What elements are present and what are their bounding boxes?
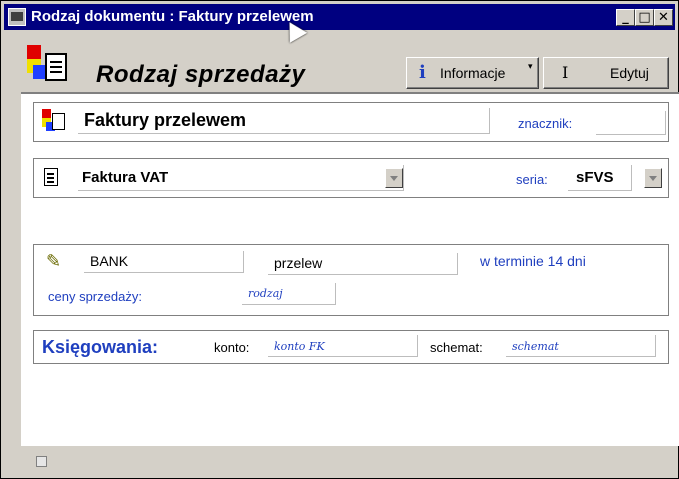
title-bar[interactable]: Rodzaj dokumentu : Faktury przelewem _ □… — [4, 4, 675, 30]
tag-field[interactable] — [596, 111, 666, 135]
scheme-value: schemat — [512, 340, 559, 353]
sale-prices-field[interactable]: rodzaj — [242, 283, 336, 305]
close-button[interactable]: ✕ — [654, 9, 673, 26]
document-type-name: Faktury przelewem — [84, 110, 247, 130]
edit-button-label: Edytuj — [610, 65, 649, 81]
bank-value: BANK — [90, 253, 129, 269]
accounting-title: Księgowania: — [42, 337, 159, 357]
series-dropdown-icon[interactable] — [644, 168, 662, 188]
info-button-label: Informacje — [440, 65, 506, 81]
sale-prices-value: rodzaj — [248, 287, 283, 300]
account-value: konto FK — [274, 340, 325, 353]
account-label: konto: — [214, 340, 250, 355]
window-title: Rodzaj dokumentu : Faktury przelewem — [31, 8, 314, 25]
series-value: sFVS — [576, 169, 614, 186]
text-cursor-icon: I — [562, 63, 569, 82]
page-title: Rodzaj sprzedaży — [96, 61, 306, 88]
accounting-group: Księgowania: konto: konto FK schemat: sc… — [33, 330, 669, 364]
invoice-type-select[interactable]: Faktura VAT — [78, 165, 404, 191]
document-type-name-field[interactable]: Faktury przelewem — [78, 108, 490, 134]
payment-term[interactable]: w terminie 14 dni — [480, 253, 586, 269]
info-dropdown-caret-icon: ▾ — [528, 61, 533, 71]
invoice-type-dropdown-icon[interactable] — [385, 168, 403, 188]
document-type-icon — [42, 109, 66, 133]
info-icon: i — [419, 62, 426, 83]
scheme-field[interactable]: schemat — [506, 335, 656, 357]
edit-button[interactable]: I Edytuj — [543, 57, 669, 89]
bank-field[interactable]: BANK — [84, 251, 244, 273]
info-button[interactable]: i Informacje ▾ — [406, 57, 539, 89]
document-type-group: Faktury przelewem znacznik: — [33, 102, 669, 142]
invoice-type-group: Faktura VAT seria: sFVS — [33, 158, 669, 198]
payment-method-field[interactable]: przelew — [268, 253, 458, 275]
series-label: seria: — [516, 172, 548, 187]
scheme-label: schemat: — [430, 340, 483, 355]
payment-method-value: przelew — [274, 255, 323, 271]
app-window-icon[interactable] — [8, 8, 26, 26]
app-window: Rodzaj dokumentu : Faktury przelewem _ □… — [0, 0, 679, 479]
bank-card-icon: ✎ — [46, 251, 62, 272]
sales-type-icon — [27, 45, 79, 85]
series-select[interactable]: sFVS — [568, 165, 632, 191]
invoice-document-icon — [44, 168, 58, 186]
invoice-type-value: Faktura VAT — [82, 169, 169, 186]
minimize-button[interactable]: _ — [616, 9, 635, 26]
status-bar — [4, 446, 675, 476]
content-panel: Faktury przelewem znacznik: Faktura VAT … — [21, 92, 679, 446]
sale-prices-label: ceny sprzedaży: — [48, 289, 142, 304]
status-indicator[interactable] — [36, 456, 47, 467]
tag-label: znacznik: — [518, 116, 573, 131]
payment-group: ✎ BANK przelew w terminie 14 dni ceny sp… — [33, 244, 669, 316]
account-field[interactable]: konto FK — [268, 335, 418, 357]
maximize-button[interactable]: □ — [635, 9, 654, 26]
